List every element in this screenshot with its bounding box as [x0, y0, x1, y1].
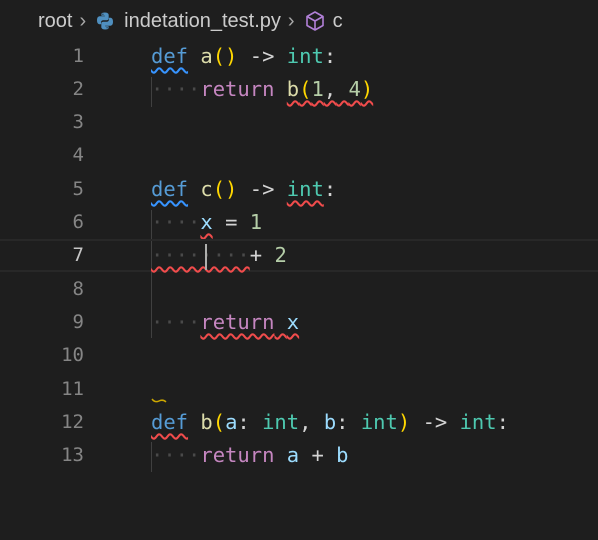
python-file-icon: [97, 12, 114, 30]
code-text: def a() -> int:: [151, 44, 337, 68]
breadcrumb-file[interactable]: indetation_test.py: [124, 10, 281, 33]
code-line[interactable]: 2 ····return b(1, 4): [0, 73, 598, 106]
code-editor[interactable]: 1 def a() -> int: 2 ····return b(1, 4) 3…: [0, 40, 598, 500]
line-number: 1: [72, 45, 84, 67]
code-text: ····return a + b: [151, 443, 349, 467]
code-line[interactable]: 11: [0, 373, 598, 406]
code-line-current[interactable]: 7 ········+ 2: [0, 239, 598, 272]
code-line[interactable]: 6 ····x = 1: [0, 206, 598, 239]
chevron-right-icon: ›: [79, 9, 87, 32]
line-number: 2: [72, 78, 84, 100]
code-text: def b(a: int, b: int) -> int:: [151, 410, 509, 434]
code-text: def c() -> int:: [151, 177, 337, 201]
line-number: 3: [72, 111, 84, 133]
line-number: 7: [72, 244, 84, 266]
code-line[interactable]: 9 ····return x: [0, 306, 598, 339]
line-number: 8: [72, 278, 84, 300]
line-number: 11: [61, 378, 84, 400]
line-number: 5: [72, 178, 84, 200]
code-line[interactable]: 1 def a() -> int:: [0, 40, 598, 73]
code-line[interactable]: 8: [0, 273, 598, 306]
breadcrumb-symbol[interactable]: c: [333, 10, 343, 33]
line-number: 9: [72, 311, 84, 333]
line-number: 13: [61, 444, 84, 466]
text-cursor: [205, 244, 207, 270]
code-line[interactable]: 12 def b(a: int, b: int) -> int:: [0, 406, 598, 439]
line-number: 10: [61, 344, 84, 366]
code-line[interactable]: 5 def c() -> int:: [0, 173, 598, 206]
code-line[interactable]: 3: [0, 106, 598, 139]
code-line[interactable]: 10: [0, 339, 598, 372]
line-number: 6: [72, 211, 84, 233]
code-text: ········+ 2: [151, 243, 287, 267]
line-number: 12: [61, 411, 84, 433]
code-text: ····return x: [151, 310, 300, 334]
vertical-scrollbar[interactable]: [588, 80, 598, 540]
warning-squiggle-icon: [151, 398, 167, 403]
line-number: 4: [72, 144, 84, 166]
code-text: ····x = 1: [151, 210, 263, 234]
chevron-right-icon: ›: [287, 9, 295, 32]
code-text: ····return b(1, 4): [151, 77, 374, 101]
symbol-class-cube-icon: [305, 11, 324, 31]
code-line[interactable]: 4: [0, 139, 598, 172]
breadcrumb: root › indetation_test.py › c: [0, 0, 598, 42]
code-line[interactable]: 13 ····return a + b: [0, 439, 598, 472]
breadcrumb-root[interactable]: root: [38, 10, 72, 33]
